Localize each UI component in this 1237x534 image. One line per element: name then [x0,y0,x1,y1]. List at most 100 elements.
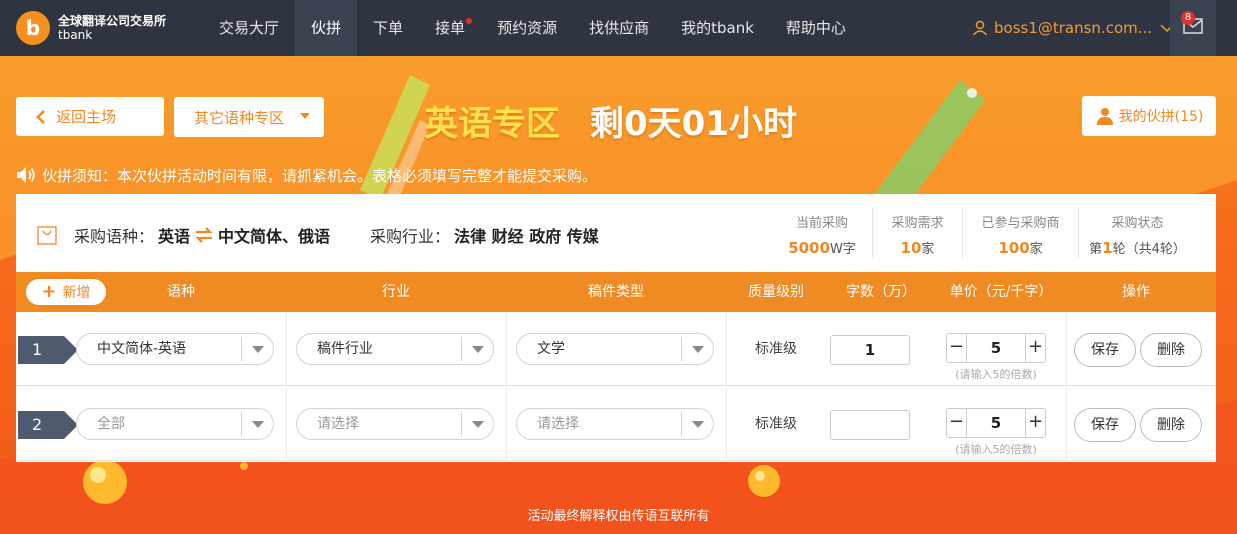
add-row-button[interactable]: + 新增 [26,279,106,305]
remaining-time: 剩0天01小时 [590,103,797,144]
purchase-stats: 当前采购 5000W字 采购需求 10家 已参与采购商 100家 采购状态 第1… [772,208,1196,258]
row-index: 1 [18,336,78,364]
delete-button[interactable]: 删除 [1140,333,1202,367]
nav-item-label: 伙拼 [311,19,342,37]
header-unit-price: 单价（元/千字） [949,284,1053,300]
delete-button[interactable]: 删除 [1140,408,1202,442]
user-email: boss1@transn.com... [994,19,1153,37]
language-select[interactable]: 全部 [76,408,274,440]
cell-divider [286,312,287,386]
word-count-input[interactable]: 1 [830,335,910,365]
industries: 法律 财经 政府 传媒 [454,227,599,246]
logo[interactable]: b 全球翻译公司交易所 tbank [16,11,166,45]
header-action: 操作 [1122,284,1150,300]
doc-type-select-value: 文学 [537,341,565,357]
other-language-zone-dropdown[interactable]: 其它语种专区 [174,97,324,137]
language-label: 采购语种： [74,227,155,246]
stat-value: 1 [1102,239,1113,257]
plus-button[interactable]: + [1025,409,1045,437]
unit-price-value[interactable]: 5 [967,334,1025,362]
nav-item-place-order[interactable]: 下单 [357,0,419,56]
back-to-main-button[interactable]: 返回主场 [16,97,164,136]
stat-unit: 家 [1029,242,1043,257]
user-menu[interactable]: boss1@transn.com... [972,0,1174,56]
nav-item-label: 找供应商 [589,19,650,37]
table-row: 2 全部 请选择 请选择 标准级 − 5 + (请输入5的倍数) 保存 删除 [16,387,1216,461]
cell-divider [506,312,507,386]
triangle-down-icon [241,412,273,436]
add-row-label: 新增 [62,285,91,301]
nav-item-trading-hall[interactable]: 交易大厅 [203,0,295,56]
language-select-value: 全部 [97,416,125,432]
language-select[interactable]: 中文简体-英语 [76,333,274,365]
doc-type-select[interactable]: 文学 [516,333,714,365]
industry-label: 采购行业： [370,227,451,246]
nav-item-my-tbank[interactable]: 我的tbank [665,0,770,56]
language-select-value: 中文简体-英语 [97,341,187,357]
table-row: 1 中文简体-英语 稿件行业 文学 标准级 1 − 5 + (请输入5的倍数) … [16,312,1216,386]
header-word-count: 字数（万） [846,284,916,300]
triangle-down-icon [241,337,273,361]
speaker-icon [16,166,36,184]
row-index: 2 [18,411,78,439]
triangle-down-icon [300,113,310,119]
purchase-panel: 采购语种： 英语 中文简体、俄语 采购行业： 法律 财经 政府 传媒 当前采购 … [16,194,1216,462]
unit-price-value[interactable]: 5 [967,409,1025,437]
stat-title: 当前采购 [795,216,848,231]
minus-button[interactable]: − [947,409,967,437]
cell-divider [1066,312,1067,386]
stat-value: 5000 [788,239,830,257]
stat-purchase-demand: 采购需求 10家 [872,208,962,258]
industry-select-placeholder: 请选择 [317,416,359,432]
my-group-buy-label: 我的伙拼(15) [1118,109,1204,125]
minus-button[interactable]: − [947,334,967,362]
notice-bar: 伙拼须知：本次伙拼活动时间有限，请抓紧机会。表格必须填写完整才能提交采购。 [16,164,597,186]
bag-icon [36,224,58,246]
triangle-down-icon [681,337,713,361]
my-group-buy-button[interactable]: 我的伙拼(15) [1082,96,1216,136]
nav-item-reserve-resources[interactable]: 预约资源 [481,0,573,56]
footer-disclaimer: 活动最终解释权由传语互联所有 [527,509,710,524]
table-header: + 新增 语种 行业 稿件类型 质量级别 字数（万） 单价（元/千字） 操作 [16,272,1216,312]
cell-divider [1066,387,1067,461]
stat-unit: 家 [921,242,935,257]
nav-item-label: 我的tbank [681,19,754,37]
plus-icon: + [41,281,57,302]
header-doc-type: 稿件类型 [588,284,644,300]
doc-type-select[interactable]: 请选择 [516,408,714,440]
stat-title: 已参与采购商 [981,216,1060,231]
nav-item-label: 帮助中心 [785,19,846,37]
nav-item-find-suppliers[interactable]: 找供应商 [573,0,665,56]
logo-mark: b [16,11,50,45]
logo-subtitle: tbank [58,28,93,42]
word-count-input[interactable] [830,410,910,440]
mailbox-button[interactable]: 8 [1170,0,1216,56]
swap-arrows-icon [194,227,214,243]
top-nav: b 全球翻译公司交易所 tbank 交易大厅 伙拼 下单 接单 预约资源 找供应… [0,0,1237,56]
price-hint: (请输入5的倍数) [955,443,1037,456]
nav-item-group-buy[interactable]: 伙拼 [295,0,358,56]
stat-unit: 轮（共4轮） [1112,242,1186,257]
unit-price-stepper: − 5 + [946,408,1046,438]
zone-title: 英语专区 [424,103,560,144]
plus-button[interactable]: + [1025,334,1045,362]
nav-item-help-center[interactable]: 帮助中心 [770,0,862,56]
purchase-info: 采购语种： 英语 中文简体、俄语 采购行业： 法律 财经 政府 传媒 当前采购 … [16,194,1216,272]
triangle-down-icon [461,337,493,361]
stat-value: 10 [900,239,922,257]
stat-value: 100 [998,239,1030,257]
save-button[interactable]: 保存 [1074,333,1136,367]
industry-select[interactable]: 请选择 [296,408,494,440]
person-icon [1095,106,1115,126]
header-quality: 质量级别 [748,284,804,300]
save-button[interactable]: 保存 [1074,408,1136,442]
industry-select[interactable]: 稿件行业 [296,333,494,365]
nav-item-accept-order[interactable]: 接单 [419,0,481,56]
source-language: 英语 [158,227,191,246]
cell-divider [506,387,507,461]
quality-level: 标准级 [755,416,797,432]
logo-title: 全球翻译公司交易所 [58,14,167,28]
stat-title: 采购需求 [891,216,944,231]
stat-purchase-status: 采购状态 第1轮（共4轮） [1078,208,1196,258]
nav-item-label: 预约资源 [497,19,558,37]
